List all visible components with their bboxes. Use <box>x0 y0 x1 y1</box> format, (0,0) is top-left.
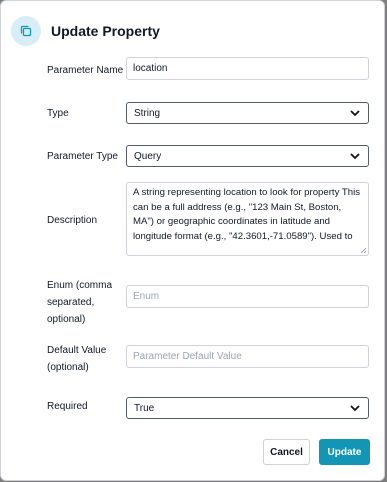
copy-icon <box>11 16 41 46</box>
required-select[interactable]: True <box>126 397 369 419</box>
enum-label-line3: optional) <box>47 314 86 325</box>
enum-label: Enum (comma separated, optional) <box>47 277 112 328</box>
required-select-value: True <box>134 402 155 414</box>
description-value: A string representing location to look f… <box>133 187 360 242</box>
enum-input[interactable]: Enum <box>126 285 369 308</box>
enum-label-line2: separated, <box>47 297 95 308</box>
dialog-header: Update Property <box>11 15 160 47</box>
dialog-title: Update Property <box>51 23 160 39</box>
parameter-name-value: location <box>133 63 168 74</box>
chevron-down-icon <box>350 110 360 117</box>
default-value-placeholder: Parameter Default Value <box>133 351 242 362</box>
enum-label-line1: Enum (comma <box>47 280 113 291</box>
chevron-down-icon <box>350 153 360 160</box>
chevron-down-icon <box>350 405 360 412</box>
enum-placeholder: Enum <box>133 291 160 302</box>
description-textarea[interactable]: A string representing location to look f… <box>126 182 369 256</box>
description-label: Description <box>47 215 98 226</box>
default-value-label-line2: (optional) <box>47 362 89 373</box>
type-select-value: String <box>134 107 161 119</box>
parameter-name-input[interactable]: location <box>126 57 369 80</box>
update-property-dialog: Update Property Parameter Name location … <box>0 0 385 481</box>
parameter-type-select[interactable]: Query <box>126 145 369 167</box>
type-label: Type <box>47 108 69 119</box>
required-label: Required <box>47 401 88 412</box>
default-value-label: Default Value (optional) <box>47 342 106 376</box>
cancel-button[interactable]: Cancel <box>263 439 310 465</box>
default-value-label-line1: Default Value <box>47 345 107 356</box>
parameter-name-label: Parameter Name <box>47 65 124 76</box>
default-value-input[interactable]: Parameter Default Value <box>126 345 369 368</box>
type-select[interactable]: String <box>126 102 369 124</box>
parameter-type-select-value: Query <box>134 150 162 162</box>
update-button[interactable]: Update <box>319 439 370 465</box>
resize-handle-icon[interactable] <box>360 247 367 254</box>
parameter-type-label: Parameter Type <box>47 151 118 162</box>
